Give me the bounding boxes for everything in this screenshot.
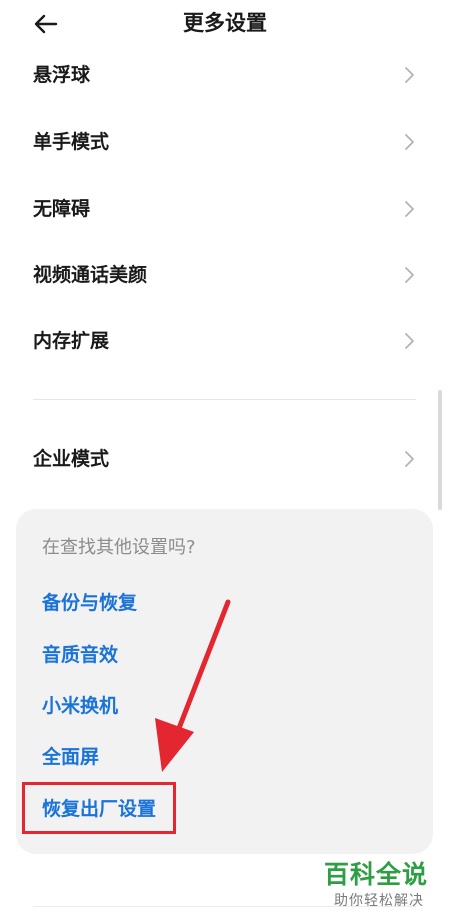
settings-item-label: 无障碍 [33,198,91,220]
highlight-box [22,782,176,834]
settings-item-label: 单手模式 [33,131,110,153]
watermark-sub: 助你轻松解决 [334,893,424,909]
chevron-right-icon [405,451,414,467]
other-settings-question: 在查找其他设置吗? [42,537,196,558]
link-mi-mover[interactable]: 小米换机 [42,691,118,721]
link-full-screen[interactable]: 全面屏 [42,742,99,772]
chevron-right-icon [405,201,414,217]
header-bar: 更多设置 [0,0,450,48]
watermark-main: 百科全说 [324,860,429,889]
settings-item-memory-extension[interactable]: 内存扩展 [0,308,450,374]
settings-item-video-call-beauty[interactable]: 视频通话美颜 [0,242,450,308]
settings-item-floating-ball[interactable]: 悬浮球 [0,42,450,108]
section-divider [33,399,416,400]
settings-item-label: 视频通话美颜 [33,264,148,286]
chevron-right-icon [405,134,414,150]
settings-item-accessibility[interactable]: 无障碍 [0,176,450,242]
link-backup-restore[interactable]: 备份与恢复 [42,588,137,618]
settings-item-label: 悬浮球 [33,64,91,86]
link-audio-effects[interactable]: 音质音效 [42,640,118,670]
settings-item-enterprise-mode[interactable]: 企业模式 [0,426,450,492]
chevron-right-icon [405,267,414,283]
chevron-right-icon [405,67,414,83]
settings-item-label: 内存扩展 [33,330,110,352]
watermark-logo: 百科全说 助你轻松解决 [322,858,442,916]
page-title: 更多设置 [183,11,267,35]
settings-item-one-hand-mode[interactable]: 单手模式 [0,109,450,175]
bottom-divider [33,906,416,907]
chevron-right-icon [405,333,414,349]
settings-item-label: 企业模式 [33,448,110,470]
